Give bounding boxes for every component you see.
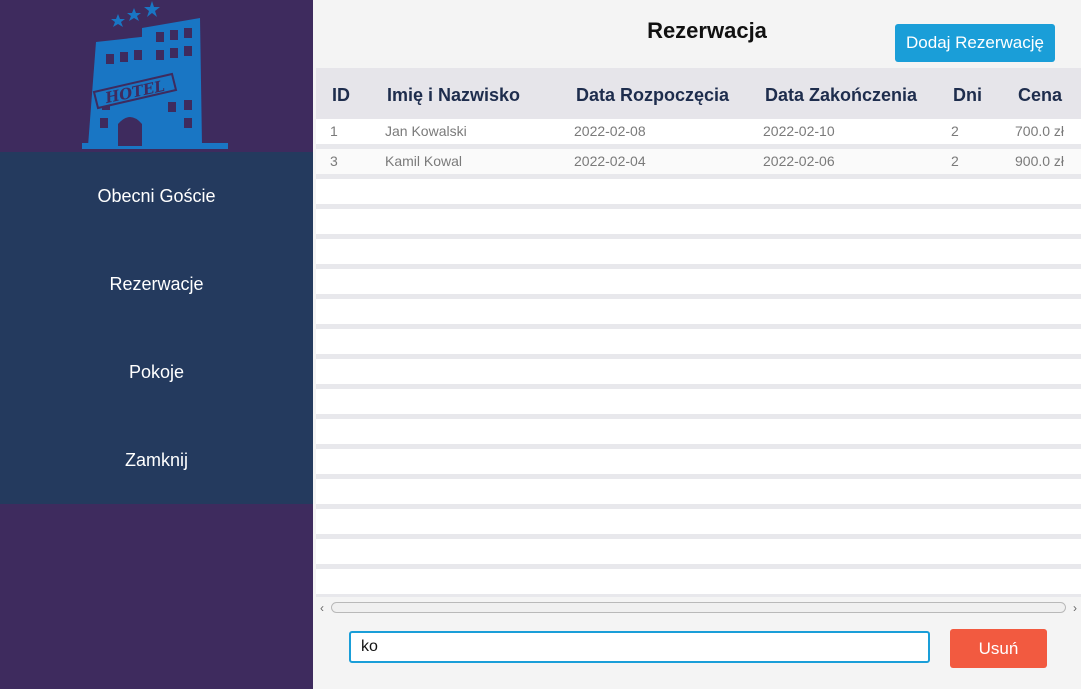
- empty-table-row: [316, 419, 1081, 444]
- empty-table-row: [316, 389, 1081, 414]
- empty-table-row: [316, 209, 1081, 234]
- sidebar-item-pokoje[interactable]: Pokoje: [0, 328, 313, 416]
- cell-end: 2022-02-06: [763, 153, 835, 169]
- empty-table-row: [316, 539, 1081, 564]
- column-header-end[interactable]: Data Zakończenia: [765, 68, 917, 120]
- horizontal-scrollbar[interactable]: ‹ ›: [316, 599, 1081, 617]
- column-header-start[interactable]: Data Rozpoczęcia: [576, 68, 729, 120]
- scrollbar-thumb[interactable]: [331, 602, 1066, 613]
- empty-table-row: [316, 269, 1081, 294]
- scroll-left-icon[interactable]: ‹: [316, 599, 328, 617]
- scroll-right-icon[interactable]: ›: [1069, 599, 1081, 617]
- empty-table-row: [316, 329, 1081, 354]
- sidebar-item-label: Pokoje: [128, 361, 185, 382]
- column-header-price[interactable]: Cena: [1018, 68, 1062, 120]
- empty-table-row: [316, 449, 1081, 474]
- hotel-building-icon: HOTEL: [82, 1, 228, 149]
- sidebar-nav: Obecni Goście Rezerwacje Pokoje Zamknij: [0, 152, 313, 504]
- empty-table-row: [316, 239, 1081, 264]
- sidebar-item-label: Rezerwacje: [109, 273, 204, 294]
- column-header-days[interactable]: Dni: [953, 68, 982, 120]
- cell-name: Kamil Kowal: [385, 153, 463, 169]
- sidebar: HOTEL Obecni Goście Rezerwacje Pokoje Za…: [0, 0, 313, 689]
- sidebar-item-label: Zamknij: [124, 449, 188, 470]
- delete-button[interactable]: Usuń: [950, 629, 1047, 668]
- table-row[interactable]: 3 Kamil Kowal 2022-02-04 2022-02-06 2 90…: [316, 149, 1081, 174]
- empty-table-row: [316, 479, 1081, 504]
- cell-id: 1: [330, 123, 338, 139]
- row-separator: [316, 594, 1081, 597]
- row-separator: [316, 144, 1081, 149]
- table-row[interactable]: 1 Jan Kowalski 2022-02-08 2022-02-10 2 7…: [316, 119, 1081, 144]
- empty-table-row: [316, 509, 1081, 534]
- empty-table-row: [316, 299, 1081, 324]
- cell-days: 2: [951, 123, 959, 139]
- table-header: ID Imię i Nazwisko Data Rozpoczęcia Data…: [316, 68, 1081, 120]
- column-header-id[interactable]: ID: [332, 68, 350, 120]
- cell-end: 2022-02-10: [763, 123, 835, 139]
- cell-name: Jan Kowalski: [385, 123, 467, 139]
- cell-start: 2022-02-08: [574, 123, 646, 139]
- empty-table-row: [316, 359, 1081, 384]
- cell-price: 900.0 zł: [1015, 153, 1065, 169]
- cell-id: 3: [330, 153, 338, 169]
- column-header-name[interactable]: Imię i Nazwisko: [387, 68, 520, 120]
- add-reservation-button[interactable]: Dodaj Rezerwację: [895, 24, 1055, 62]
- empty-table-row: [316, 569, 1081, 594]
- cell-days: 2: [951, 153, 959, 169]
- cell-price: 700.0 zł: [1015, 123, 1065, 139]
- cell-start: 2022-02-04: [574, 153, 646, 169]
- sidebar-item-label: Obecni Goście: [97, 185, 216, 206]
- reservations-table: ID Imię i Nazwisko Data Rozpoczęcia Data…: [316, 68, 1081, 597]
- row-separator: [316, 174, 1081, 179]
- sidebar-item-rezerwacje[interactable]: Rezerwacje: [0, 240, 313, 328]
- search-input[interactable]: [349, 631, 930, 663]
- sidebar-item-obecni-goscie[interactable]: Obecni Goście: [0, 152, 313, 240]
- sidebar-item-zamknij[interactable]: Zamknij: [0, 416, 313, 504]
- main-panel: Rezerwacja Dodaj Rezerwację ID Imię i Na…: [313, 0, 1081, 689]
